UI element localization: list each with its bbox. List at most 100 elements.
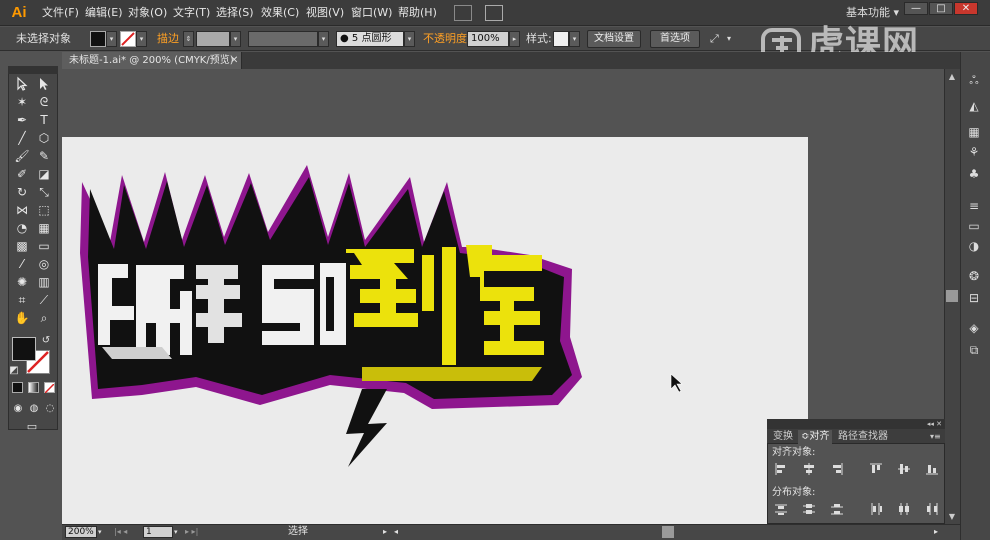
polygon-tool-icon[interactable]: ⬡	[34, 129, 54, 147]
hand-tool-icon[interactable]: ✋	[12, 309, 32, 327]
stroke-weight-dropdown[interactable]: ▾	[230, 31, 241, 47]
panel-options-icon[interactable]: ▾≡	[930, 431, 942, 443]
horizontal-distribute-right-icon[interactable]	[924, 501, 940, 517]
blend-tool-icon[interactable]: ◎	[34, 255, 54, 273]
draw-inside-icon[interactable]: ◌	[43, 400, 57, 418]
tab-close-icon[interactable]: ✕	[230, 52, 240, 69]
swatches-panel-icon[interactable]: ▦	[965, 124, 983, 140]
align-dock-icon[interactable]: ⊟	[965, 290, 983, 306]
artboard-dropdown-icon[interactable]: ▾	[174, 525, 178, 539]
status-menu-icon[interactable]: ▸	[383, 525, 387, 539]
zoom-tool-icon[interactable]: ⌕	[34, 309, 54, 327]
preferences-button[interactable]: 首选项	[650, 30, 700, 48]
menu-type[interactable]: 文字(T)	[173, 5, 210, 21]
tab-pathfinder[interactable]: 路径查找器	[835, 430, 891, 444]
artwork[interactable]	[62, 137, 808, 524]
slice-tool-icon[interactable]: ⟋	[34, 291, 54, 309]
stroke-swatch[interactable]	[120, 31, 136, 47]
vertical-scroll-thumb[interactable]	[946, 290, 958, 302]
opacity-label[interactable]: 不透明度	[423, 32, 467, 46]
line-segment-tool-icon[interactable]: ╱	[12, 129, 32, 147]
pen-tool-icon[interactable]: ✒	[12, 111, 32, 129]
vertical-distribute-center-icon[interactable]	[801, 501, 817, 517]
swap-colors-icon[interactable]: ↺	[40, 332, 52, 350]
tab-transform[interactable]: 变换	[770, 430, 796, 444]
free-transform-tool-icon[interactable]: ⬚	[34, 201, 54, 219]
menu-edit[interactable]: 编辑(E)	[85, 5, 123, 21]
color-guide-panel-icon[interactable]: ◭	[965, 98, 983, 114]
fill-swatch[interactable]	[90, 31, 106, 47]
menu-help[interactable]: 帮助(H)	[398, 5, 437, 21]
column-graph-tool-icon[interactable]: ▥	[34, 273, 54, 291]
opacity-dropdown[interactable]: ▸	[509, 31, 520, 47]
menu-view[interactable]: 视图(V)	[306, 5, 344, 21]
brush-dropdown[interactable]: ▾	[404, 31, 415, 47]
symbol-sprayer-tool-icon[interactable]: ✺	[12, 273, 32, 291]
close-button[interactable]: ✕	[954, 2, 978, 15]
variable-width-profile[interactable]	[248, 31, 318, 47]
appearance-panel-icon[interactable]: ஃ	[965, 72, 983, 88]
tools-panel-grip[interactable]	[8, 66, 58, 74]
scroll-down-arrow-icon[interactable]: ▼	[946, 512, 958, 522]
stroke-dropdown[interactable]: ▾	[136, 31, 147, 47]
panel-menu-icon[interactable]: ▾	[727, 32, 737, 46]
horizontal-distribute-center-icon[interactable]	[896, 501, 912, 517]
collapse-panel-icon[interactable]: ◂◂ ✕	[922, 419, 942, 429]
width-tool-icon[interactable]: ⋈	[12, 201, 32, 219]
graphic-style-dropdown[interactable]: ▾	[569, 31, 580, 47]
lasso-tool-icon[interactable]: ᘓ	[34, 93, 54, 111]
workspace-switcher[interactable]: 基本功能 ▾	[846, 5, 899, 21]
brush-definition[interactable]: ● 5 点圆形	[336, 31, 404, 47]
symbols-panel-icon[interactable]: ♣	[965, 166, 983, 182]
eraser-tool-icon[interactable]: ◪	[34, 165, 54, 183]
fill-color-box[interactable]	[12, 337, 36, 361]
layers-panel-icon[interactable]: ◈	[965, 320, 983, 336]
scroll-up-arrow-icon[interactable]: ▲	[946, 72, 958, 82]
draw-normal-icon[interactable]: ◉	[11, 400, 25, 418]
direct-selection-tool-icon[interactable]	[34, 75, 54, 93]
first-artboard-icon[interactable]: |◂ ◂	[114, 525, 127, 539]
gradient-tool-icon[interactable]: ▭	[34, 237, 54, 255]
horizontal-scroll-thumb[interactable]	[662, 526, 674, 538]
eyedropper-tool-icon[interactable]: ⁄	[12, 255, 32, 273]
stroke-panel-icon[interactable]: ≡	[965, 198, 983, 214]
vertical-distribute-top-icon[interactable]	[773, 501, 789, 517]
artboard-number-field[interactable]: 1	[143, 526, 173, 538]
minimize-button[interactable]: —	[904, 2, 928, 15]
vertical-distribute-bottom-icon[interactable]	[829, 501, 845, 517]
transform-icon[interactable]: ⤢	[710, 32, 724, 46]
draw-behind-icon[interactable]: ◍	[27, 400, 41, 418]
vertical-align-center-icon[interactable]	[896, 461, 912, 477]
menu-effect[interactable]: 效果(C)	[261, 5, 299, 21]
graphic-styles-panel-icon[interactable]: ❂	[965, 268, 983, 284]
horizontal-distribute-left-icon[interactable]	[868, 501, 884, 517]
gradient-panel-icon[interactable]: ▭	[965, 218, 983, 234]
stroke-weight-field[interactable]	[196, 31, 230, 47]
menu-object[interactable]: 对象(O)	[128, 5, 167, 21]
graphic-style-swatch[interactable]	[553, 31, 569, 47]
document-setup-button[interactable]: 文档设置	[587, 30, 641, 48]
next-artboard-icon[interactable]: ▸ ▸|	[185, 525, 198, 539]
paintbrush-tool-icon[interactable]: 🖌	[12, 147, 32, 165]
horizontal-align-center-icon[interactable]	[801, 461, 817, 477]
none-mode-icon[interactable]	[44, 382, 55, 394]
fill-dropdown[interactable]: ▾	[106, 31, 117, 47]
perspective-grid-tool-icon[interactable]: ▦	[34, 219, 54, 237]
stroke-label[interactable]: 描边	[157, 32, 179, 46]
opacity-field[interactable]: 100%	[467, 31, 509, 47]
pencil-tool-icon[interactable]: ✎	[34, 147, 54, 165]
zoom-level-field[interactable]: 200%	[65, 526, 97, 538]
shape-builder-tool-icon[interactable]: ◔	[12, 219, 32, 237]
default-colors-icon[interactable]: ◩	[8, 362, 20, 380]
blob-brush-tool-icon[interactable]: ✐	[12, 165, 32, 183]
variable-width-dropdown[interactable]: ▾	[318, 31, 329, 47]
tab-align[interactable]: ≎对齐	[798, 430, 833, 444]
magic-wand-tool-icon[interactable]: ✶	[12, 93, 32, 111]
scroll-right-arrow-icon[interactable]: ▸	[934, 525, 938, 539]
selection-tool-icon[interactable]	[12, 75, 32, 93]
menu-window[interactable]: 窗口(W)	[351, 5, 392, 21]
brushes-panel-icon[interactable]: ⚘	[965, 144, 983, 160]
rotate-tool-icon[interactable]: ↻	[12, 183, 32, 201]
bridge-icon[interactable]	[454, 5, 472, 21]
arrange-documents-icon[interactable]	[485, 5, 503, 21]
